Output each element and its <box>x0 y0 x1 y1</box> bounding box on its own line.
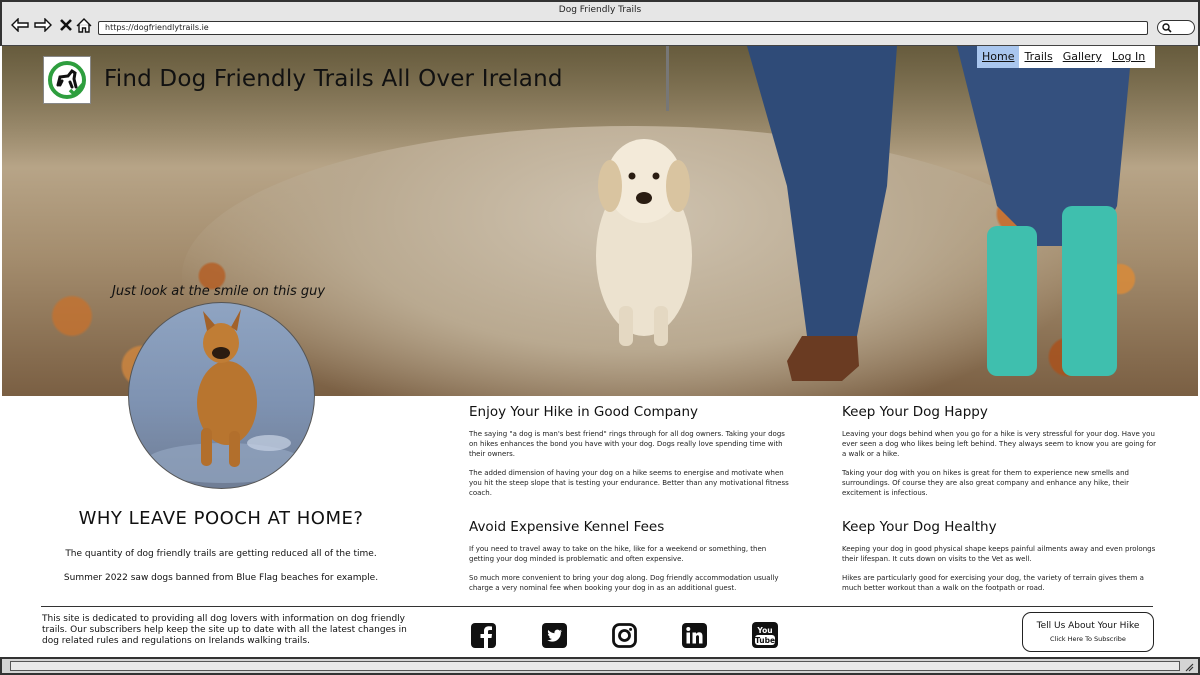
section-paragraph: Leaving your dogs behind when you go for… <box>842 430 1157 458</box>
walkers-legs-image <box>747 46 1132 381</box>
why-heading: WHY LEAVE POOCH AT HOME? <box>78 508 364 529</box>
running-dog-photo <box>128 302 315 489</box>
section-title: Keep Your Dog Healthy <box>842 519 997 535</box>
section-good-company: Enjoy Your Hike in Good Company The sayi… <box>469 404 789 507</box>
section-title: Avoid Expensive Kennel Fees <box>469 519 665 535</box>
cta-sub-label: Click Here To Subscribe <box>1050 635 1126 643</box>
linkedin-icon[interactable] <box>681 622 707 648</box>
section-paragraph: Hikes are particularly good for exercisi… <box>842 574 1144 592</box>
scrollbar-thumb[interactable] <box>10 661 1180 671</box>
section-paragraph: So much more convenient to bring your do… <box>469 574 779 592</box>
why-line-1: The quantity of dog friendly trails are … <box>65 549 377 559</box>
subscribe-button[interactable]: Tell Us About Your Hike Click Here To Su… <box>1022 612 1154 652</box>
browser-toolbar: Dog Friendly Trails https://dogfriendlyt… <box>0 0 1200 46</box>
site-title: Find Dog Friendly Trails All Over Irelan… <box>104 66 563 92</box>
section-paragraph: If you need to travel away to take on th… <box>469 545 767 563</box>
section-paragraph: The saying "a dog is man's best friend" … <box>469 430 785 458</box>
nav-item-home[interactable]: Home <box>977 46 1020 68</box>
section-paragraph: Keeping your dog in good physical shape … <box>842 545 1156 563</box>
section-dog-happy: Keep Your Dog Happy Leaving your dogs be… <box>842 404 1162 507</box>
svg-text:You: You <box>756 626 772 635</box>
footer-text: This site is dedicated to providing all … <box>42 614 407 646</box>
section-title: Enjoy Your Hike in Good Company <box>469 404 698 420</box>
section-dog-healthy: Keep Your Dog Healthy Keeping your dog i… <box>842 519 1162 602</box>
address-bar[interactable]: https://dogfriendlytrails.ie <box>98 21 1148 35</box>
twitter-icon[interactable] <box>541 622 567 648</box>
dog-walk-check-icon <box>48 61 86 99</box>
why-line-2: Summer 2022 saw dogs banned from Blue Fl… <box>63 573 379 583</box>
facebook-icon[interactable] <box>470 622 496 648</box>
close-icon[interactable] <box>57 16 75 34</box>
back-arrow-icon[interactable] <box>11 16 29 34</box>
svg-text:Tube: Tube <box>755 636 775 645</box>
nav-item-gallery[interactable]: Gallery <box>1058 46 1107 68</box>
section-paragraph: Taking your dog with you on hikes is gre… <box>842 469 1129 497</box>
section-title: Keep Your Dog Happy <box>842 404 988 420</box>
main-nav: Home Trails Gallery Log In <box>977 46 1155 68</box>
search-icon <box>1162 23 1172 33</box>
footer-divider <box>41 606 1153 607</box>
section-kennel-fees: Avoid Expensive Kennel Fees If you need … <box>469 519 789 602</box>
instagram-icon[interactable] <box>611 622 637 648</box>
section-paragraph: The added dimension of having your dog o… <box>469 469 789 497</box>
youtube-icon[interactable]: You Tube <box>752 622 778 648</box>
forward-arrow-icon[interactable] <box>34 16 52 34</box>
browser-search[interactable] <box>1157 20 1195 35</box>
horizontal-scrollbar[interactable] <box>0 657 1200 675</box>
resize-grip-icon[interactable] <box>1184 662 1194 672</box>
nav-item-trails[interactable]: Trails <box>1019 46 1057 68</box>
home-icon[interactable] <box>75 16 93 34</box>
site-logo[interactable] <box>43 56 91 104</box>
golden-retriever-image <box>596 139 692 346</box>
cta-main-label: Tell Us About Your Hike <box>1036 621 1140 631</box>
nav-item-login[interactable]: Log In <box>1107 46 1150 68</box>
hero-caption: Just look at the smile on this guy <box>112 284 326 299</box>
window-title: Dog Friendly Trails <box>558 5 642 15</box>
dog-leash <box>666 46 669 111</box>
